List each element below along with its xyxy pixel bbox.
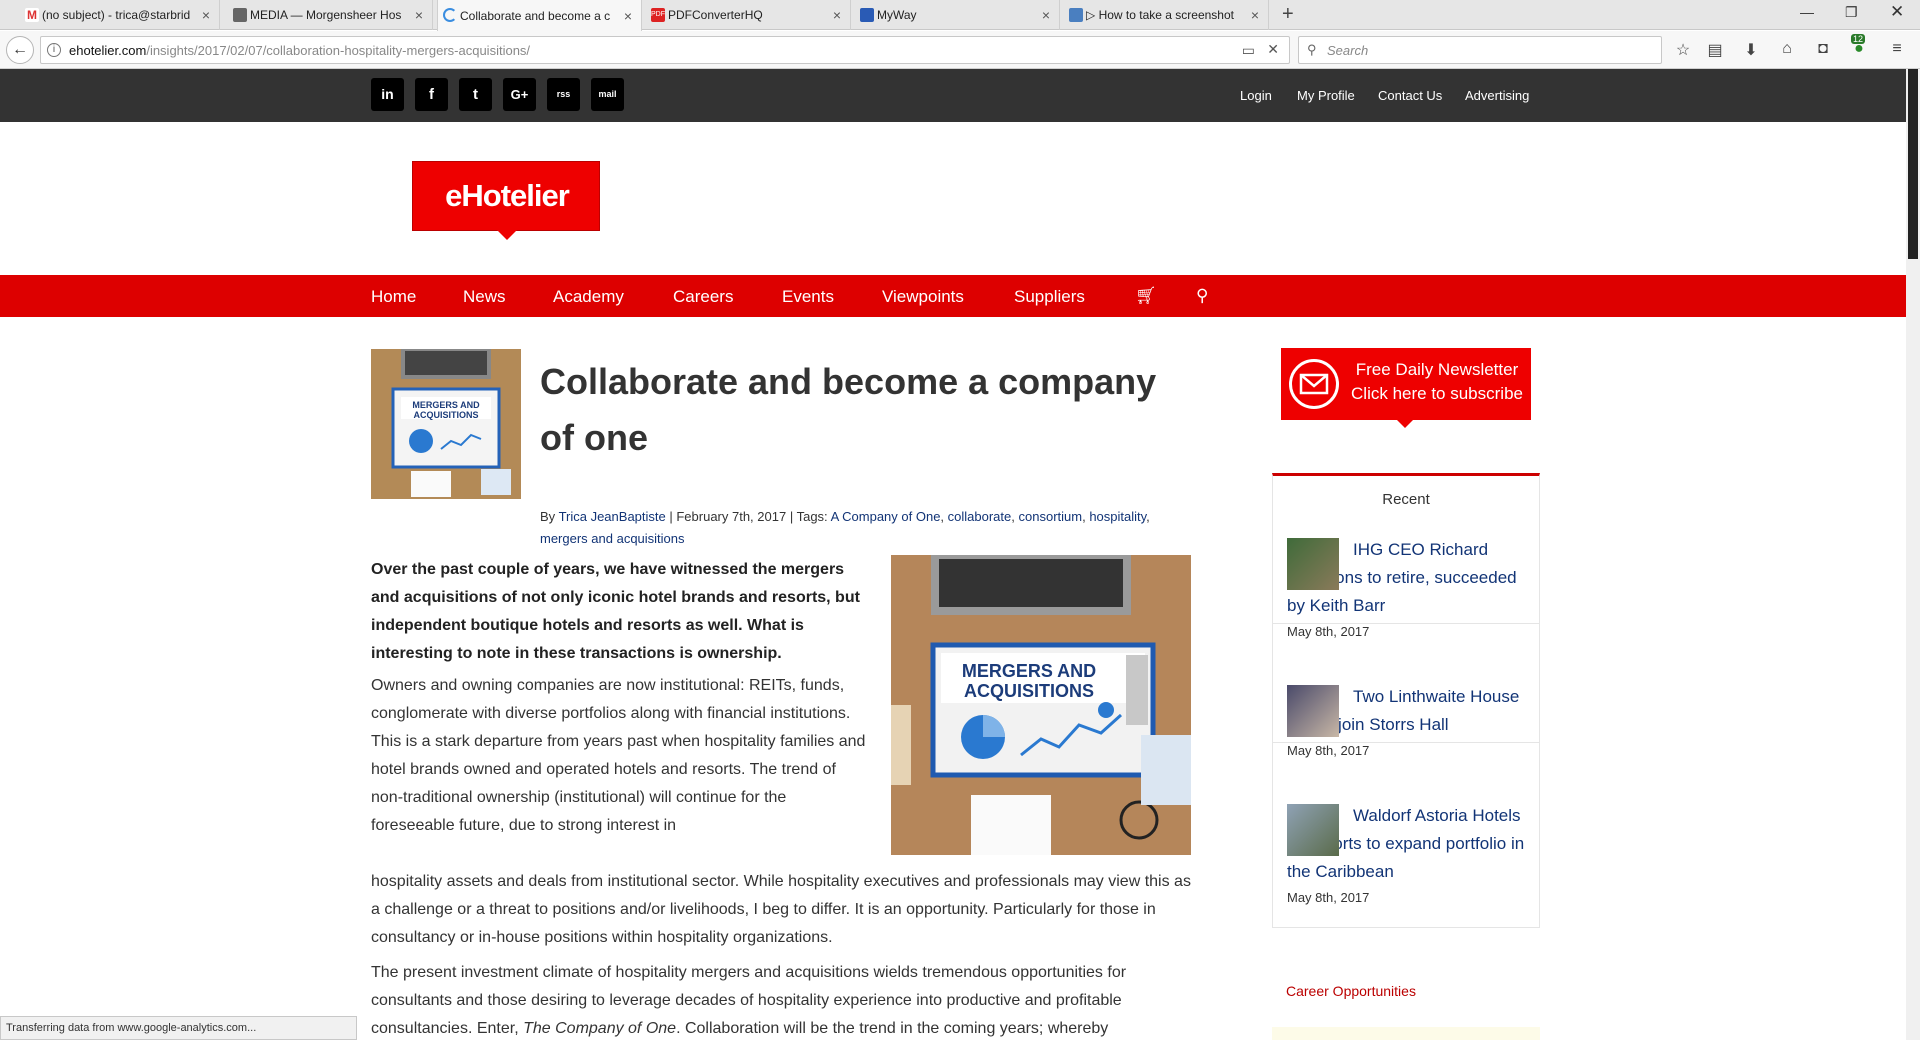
tag-link[interactable]: hospitality	[1089, 509, 1146, 524]
article-paragraph: The present investment climate of hospit…	[371, 964, 1127, 1037]
article-image: MERGERS AND ACQUISITIONS	[891, 555, 1191, 855]
recent-thumbnail[interactable]	[1287, 804, 1339, 856]
recent-posts-widget: Recent IHG CEO Richard Solomons to retir…	[1272, 473, 1540, 928]
status-bar: Transferring data from www.google-analyt…	[0, 1016, 357, 1040]
tab-article[interactable]: Collaborate and become a c ×	[437, 0, 642, 31]
nav-careers[interactable]: Careers	[673, 287, 733, 307]
close-tab-icon[interactable]: ×	[621, 8, 635, 24]
close-tab-icon[interactable]: ×	[412, 7, 426, 23]
search-input[interactable]: ⚲ Search	[1298, 36, 1662, 64]
tab-strip: M (no subject) - trica@starbrid × MEDIA …	[0, 0, 1920, 31]
nav-suppliers[interactable]: Suppliers	[1014, 287, 1085, 307]
pdf-icon: PDF	[651, 8, 665, 22]
email-icon[interactable]: mail	[591, 78, 624, 111]
search-icon: ⚲	[1307, 42, 1317, 57]
article-byline: By Trica JeanBaptiste | February 7th, 20…	[540, 509, 1150, 546]
close-tab-icon[interactable]: ×	[199, 7, 213, 23]
rss-icon[interactable]: rss	[547, 78, 580, 111]
nav-viewpoints[interactable]: Viewpoints	[882, 287, 964, 307]
scrollbar-thumb[interactable]	[1908, 69, 1918, 259]
contact-us-link[interactable]: Contact Us	[1378, 88, 1442, 103]
article-title: Collaborate and become a company of one	[540, 361, 1157, 458]
page-scrollbar[interactable]	[1906, 69, 1920, 1040]
loading-icon	[443, 8, 457, 22]
my-profile-link[interactable]: My Profile	[1297, 88, 1355, 103]
url-text: ehotelier.com/insights/2017/02/07/collab…	[69, 43, 531, 58]
svg-text:ACQUISITIONS: ACQUISITIONS	[413, 410, 478, 420]
nav-news[interactable]: News	[463, 287, 506, 307]
article-paragraph: hospitality assets and deals from instit…	[371, 873, 1191, 946]
pocket-icon[interactable]: ◘	[1812, 40, 1834, 58]
main-nav: Home News Academy Careers Events Viewpoi…	[0, 275, 1906, 317]
recent-item[interactable]: Waldorf Astoria Hotels & Resorts to expa…	[1287, 802, 1527, 905]
envelope-icon	[1289, 359, 1339, 409]
mergers-illustration: MERGERS AND ACQUISITIONS	[891, 555, 1191, 855]
tag-link[interactable]: consortium	[1019, 509, 1083, 524]
newsletter-subscribe-button[interactable]: Free Daily Newsletter Click here to subs…	[1281, 348, 1531, 428]
cart-icon[interactable]: 🛒︎	[1135, 286, 1157, 306]
career-opportunities-heading[interactable]: Career Opportunities	[1286, 983, 1416, 999]
career-box	[1272, 1027, 1540, 1040]
close-tab-icon[interactable]: ×	[1248, 7, 1262, 23]
tab-gmail[interactable]: M (no subject) - trica@starbrid ×	[20, 0, 220, 30]
address-bar[interactable]: i ehotelier.com/insights/2017/02/07/coll…	[40, 36, 1290, 64]
close-window-icon[interactable]: ✕	[1890, 2, 1904, 22]
tab-pdf[interactable]: PDF PDFConverterHQ ×	[646, 0, 851, 30]
myway-icon	[860, 8, 874, 22]
restore-icon[interactable]: ❐	[1845, 4, 1858, 21]
tab-myway[interactable]: MyWay ×	[855, 0, 1060, 30]
advertising-link[interactable]: Advertising	[1465, 88, 1529, 103]
svg-text:ACQUISITIONS: ACQUISITIONS	[964, 681, 1094, 701]
ehotelier-logo[interactable]: eHotelier	[412, 161, 600, 240]
author-link[interactable]: Trica JeanBaptiste	[559, 509, 666, 524]
menu-icon[interactable]: ≡	[1886, 40, 1908, 58]
nav-academy[interactable]: Academy	[553, 287, 624, 307]
tab-screenshot[interactable]: ▷ How to take a screenshot ×	[1064, 0, 1269, 30]
screenshot-icon	[1069, 8, 1083, 22]
stop-icon[interactable]: ✕	[1267, 41, 1279, 58]
login-link[interactable]: Login	[1240, 88, 1272, 103]
nav-events[interactable]: Events	[782, 287, 834, 307]
recent-thumbnail[interactable]	[1287, 685, 1339, 737]
facebook-icon[interactable]: f	[415, 78, 448, 111]
new-tab-button[interactable]: +	[1282, 4, 1294, 24]
browser-toolbar: ← i ehotelier.com/insights/2017/02/07/co…	[0, 31, 1920, 69]
linkedin-icon[interactable]: in	[371, 78, 404, 111]
clipboard-icon[interactable]: ▤	[1704, 40, 1726, 60]
web-page: in f t G+ rss mail Login My Profile Cont…	[0, 69, 1906, 1040]
tab-media[interactable]: MEDIA — Morgensheer Hos ×	[228, 0, 433, 30]
svg-text:MERGERS AND: MERGERS AND	[412, 400, 480, 410]
site-topbar: in f t G+ rss mail Login My Profile Cont…	[0, 69, 1906, 122]
bookmark-star-icon[interactable]: ☆	[1672, 40, 1694, 60]
tag-link[interactable]: A Company of One	[831, 509, 941, 524]
home-icon[interactable]: ⌂	[1776, 40, 1798, 58]
tag-link[interactable]: mergers and acquisitions	[540, 531, 685, 546]
article-paragraph: Owners and owning companies are now inst…	[371, 677, 866, 834]
box-icon	[233, 8, 247, 22]
recent-thumbnail[interactable]	[1287, 538, 1339, 590]
article-thumbnail[interactable]: MERGERS AND ACQUISITIONS	[371, 349, 521, 499]
recent-item[interactable]: Two Linthwaite House heads join Storrs H…	[1287, 683, 1527, 758]
divider	[1273, 742, 1539, 743]
close-tab-icon[interactable]: ×	[830, 7, 844, 23]
download-icon[interactable]: ⬇	[1740, 40, 1762, 60]
back-button[interactable]: ←	[6, 36, 34, 64]
recent-heading: Recent	[1382, 491, 1430, 508]
search-icon[interactable]: ⚲	[1196, 286, 1208, 306]
gmail-icon: M	[25, 8, 39, 22]
twitter-icon[interactable]: t	[459, 78, 492, 111]
close-tab-icon[interactable]: ×	[1039, 7, 1053, 23]
svg-text:MERGERS AND: MERGERS AND	[962, 661, 1096, 681]
tag-link[interactable]: collaborate	[948, 509, 1012, 524]
article-lead: Over the past couple of years, we have w…	[371, 561, 860, 662]
extension-badge: 12	[1851, 34, 1866, 44]
info-icon[interactable]: i	[47, 43, 61, 57]
minimize-icon[interactable]: —	[1800, 4, 1814, 20]
reader-view-icon[interactable]: ▭	[1242, 42, 1255, 59]
divider	[1273, 623, 1539, 624]
google-plus-icon[interactable]: G+	[503, 78, 536, 111]
nav-home[interactable]: Home	[371, 287, 416, 307]
mergers-illustration-small: MERGERS AND ACQUISITIONS	[371, 349, 521, 499]
